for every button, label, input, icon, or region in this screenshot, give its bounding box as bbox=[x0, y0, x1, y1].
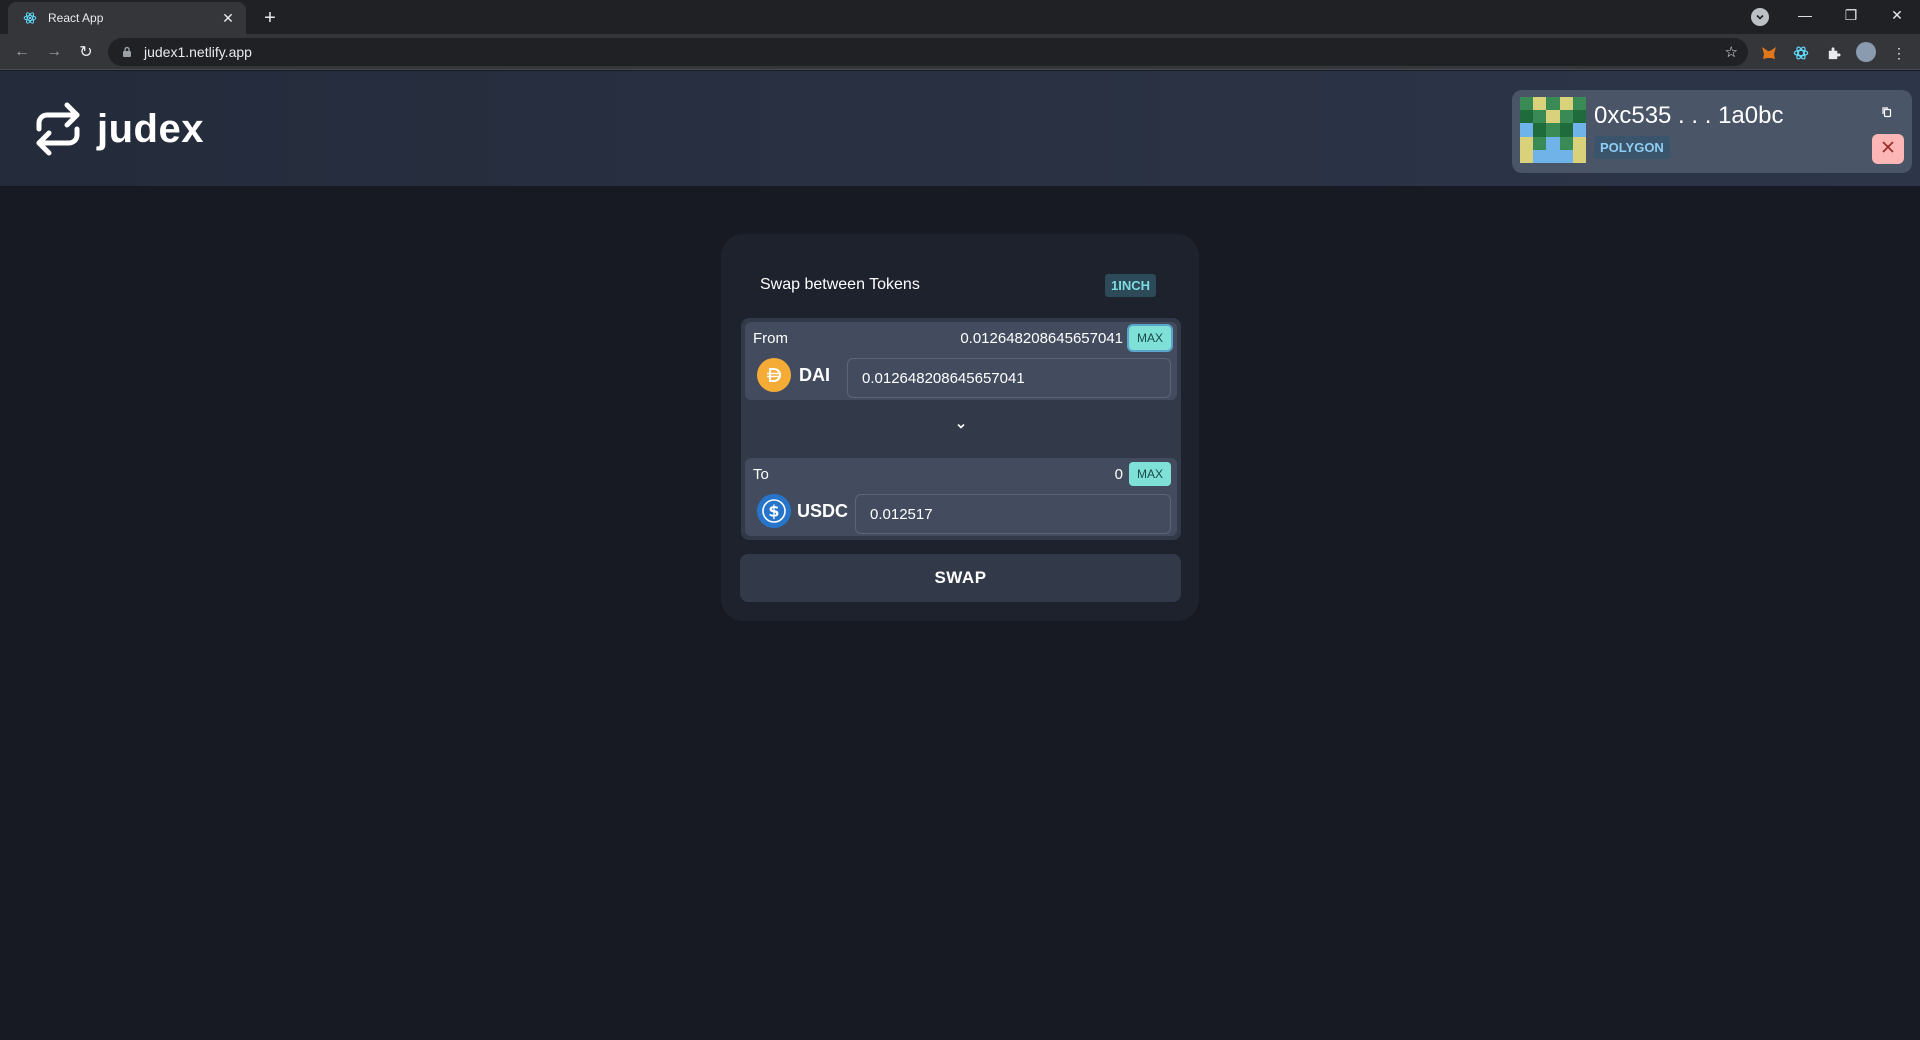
network-badge: POLYGON bbox=[1594, 136, 1670, 159]
app-header: judex 0xc535 . . . 1a0bc POLYGON bbox=[0, 71, 1920, 186]
url-text: judex1.netlify.app bbox=[144, 44, 252, 60]
metamask-extension-icon[interactable] bbox=[1760, 44, 1778, 62]
close-icon bbox=[1880, 138, 1896, 161]
swap-direction-button[interactable] bbox=[946, 412, 976, 442]
swap-card: Swap between Tokens 1INCH From 0.0126482… bbox=[721, 234, 1199, 621]
browser-tab[interactable]: React App ✕ bbox=[8, 2, 246, 34]
from-balance: 0.012648208645657041 bbox=[960, 330, 1123, 347]
reload-icon[interactable]: ↻ bbox=[74, 40, 98, 64]
extensions-puzzle-icon[interactable] bbox=[1824, 44, 1842, 62]
forward-icon[interactable]: → bbox=[42, 40, 66, 64]
profile-avatar-icon[interactable] bbox=[1856, 42, 1876, 62]
tab-search-icon[interactable] bbox=[1751, 8, 1769, 26]
wallet-address: 0xc535 . . . 1a0bc bbox=[1594, 102, 1784, 129]
swap-arrows-icon bbox=[33, 101, 83, 157]
minimize-icon[interactable]: — bbox=[1782, 0, 1828, 30]
react-devtools-icon[interactable] bbox=[1792, 44, 1810, 62]
provider-badge: 1INCH bbox=[1105, 274, 1157, 297]
to-balance: 0 bbox=[1114, 466, 1123, 483]
address-bar[interactable]: judex1.netlify.app ☆ bbox=[108, 38, 1748, 66]
new-tab-button[interactable]: + bbox=[258, 6, 282, 30]
window-close-icon[interactable]: ✕ bbox=[1874, 0, 1920, 30]
tab-close-icon[interactable]: ✕ bbox=[220, 10, 236, 26]
copy-address-button[interactable] bbox=[1872, 98, 1902, 128]
from-label: From bbox=[753, 330, 788, 347]
browser-menu-icon[interactable]: ⋮ bbox=[1890, 44, 1908, 62]
from-token-symbol[interactable]: DAI bbox=[799, 365, 830, 386]
copy-icon bbox=[1881, 106, 1893, 121]
lock-icon bbox=[122, 46, 134, 58]
swap-button[interactable]: SWAP bbox=[740, 554, 1181, 602]
svg-text:$: $ bbox=[768, 502, 779, 521]
wallet-panel: 0xc535 . . . 1a0bc POLYGON bbox=[1512, 90, 1912, 173]
wallet-identicon bbox=[1520, 97, 1586, 163]
chevron-down-icon bbox=[955, 419, 967, 435]
dai-icon bbox=[757, 358, 791, 392]
back-icon[interactable]: ← bbox=[10, 40, 34, 64]
usdc-icon: $ bbox=[757, 494, 791, 528]
react-icon bbox=[22, 10, 38, 26]
restore-icon[interactable]: ❐ bbox=[1828, 0, 1874, 30]
to-amount-input[interactable] bbox=[855, 494, 1171, 534]
disconnect-wallet-button[interactable] bbox=[1872, 134, 1904, 164]
from-token-box: From 0.012648208645657041 MAX DAI bbox=[745, 322, 1177, 400]
brand[interactable]: judex bbox=[33, 101, 204, 157]
tab-title: React App bbox=[48, 11, 104, 25]
to-token-box: To 0 MAX $ USDC bbox=[745, 458, 1177, 536]
bookmark-star-icon[interactable]: ☆ bbox=[1725, 43, 1738, 61]
to-max-button[interactable]: MAX bbox=[1129, 462, 1171, 486]
brand-name: judex bbox=[97, 106, 204, 151]
swap-heading: Swap between Tokens bbox=[760, 276, 920, 293]
from-amount-input[interactable] bbox=[847, 358, 1171, 398]
to-token-symbol[interactable]: USDC bbox=[797, 501, 848, 522]
swap-inputs-panel: From 0.012648208645657041 MAX DAI To 0 M… bbox=[741, 318, 1181, 540]
browser-toolbar: ← → ↻ judex1.netlify.app ☆ ⋮ bbox=[0, 34, 1920, 70]
from-max-button[interactable]: MAX bbox=[1129, 326, 1171, 350]
browser-tab-bar: React App ✕ + — ❐ ✕ bbox=[0, 0, 1920, 34]
to-label: To bbox=[753, 466, 769, 483]
